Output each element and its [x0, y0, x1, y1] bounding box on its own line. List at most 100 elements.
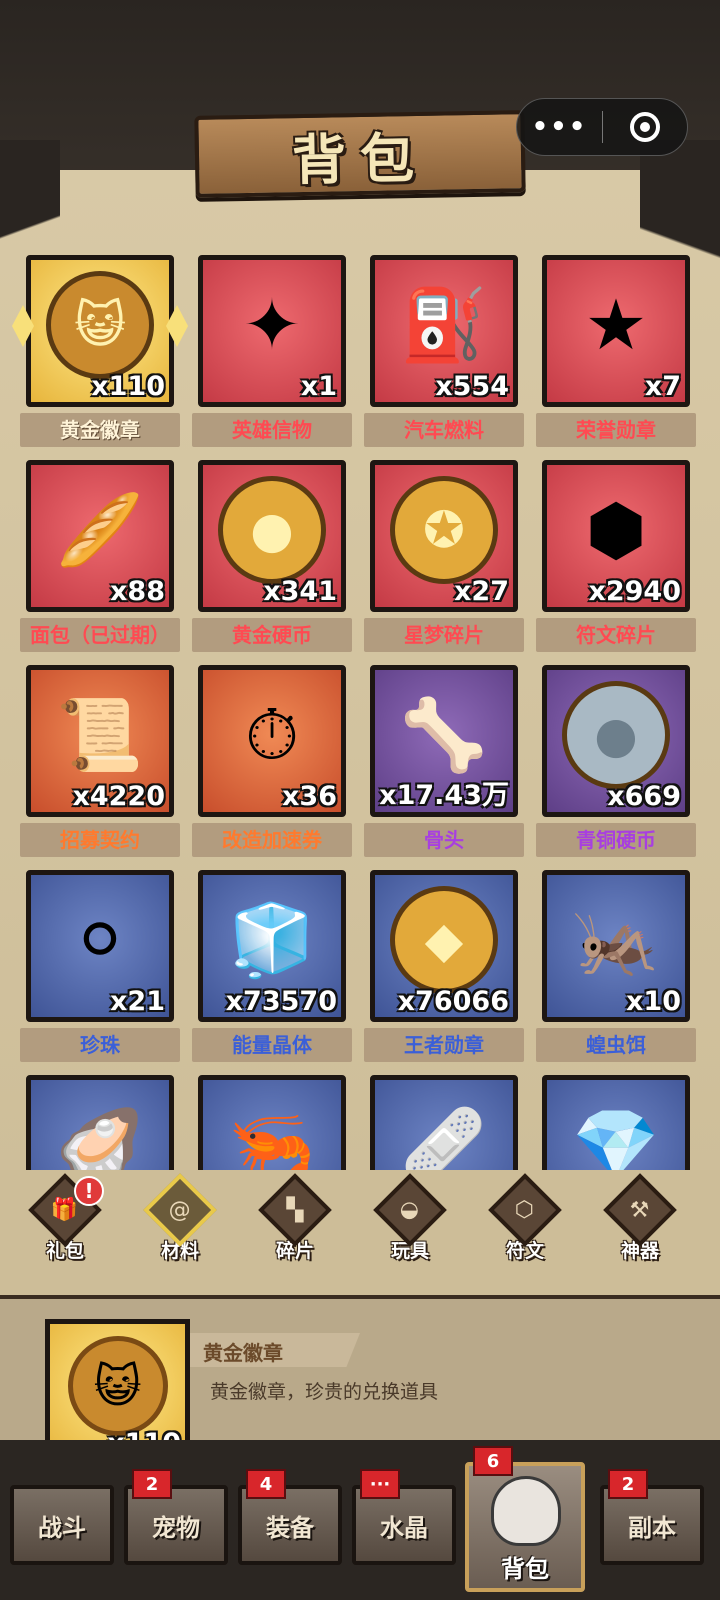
item-tile: ● x341: [198, 460, 346, 612]
nav-badge: 2: [608, 1469, 648, 1499]
item-cell[interactable]: ✦ x1 英雄信物: [192, 255, 352, 455]
item-count: x27: [454, 576, 509, 607]
category-tab[interactable]: @ 材料: [135, 1173, 225, 1284]
item-cell[interactable]: ★ x7 荣誉勋章: [536, 255, 696, 455]
nav-tab-label: 装备: [266, 1513, 314, 1542]
item-name: 英雄信物: [192, 413, 352, 447]
close-button[interactable]: [603, 112, 687, 142]
item-grid: 😺 x110 黄金徽章 ✦ x1 英雄信物 ⛽ x554 汽车燃料 ★ x7 荣誉勋章 🥖 x88 面包（已…: [0, 255, 720, 1193]
item-name: 星梦碎片: [364, 618, 524, 652]
star-dream-fragment-icon: ✪: [390, 476, 498, 585]
item-cell[interactable]: 🥖 x88 面包（已过期）: [20, 460, 180, 660]
item-tile: ● x669: [542, 665, 690, 817]
item-cell[interactable]: ⛽ x554 汽车燃料: [364, 255, 524, 455]
hammer-icon: ⚒: [630, 1197, 650, 1223]
swirl-icon: @: [169, 1197, 191, 1223]
item-name: 黄金徽章: [20, 413, 180, 447]
locust-bait-icon: 🦗: [572, 899, 660, 982]
item-count: x10: [626, 986, 681, 1017]
more-button[interactable]: •••: [517, 112, 602, 142]
item-tile: 🦗 x10: [542, 870, 690, 1022]
nav-tab[interactable]: 宠物 2: [124, 1469, 228, 1565]
item-detail-panel: 😺 x110 黄金徽章 黄金徽章，珍贵的兑换道具: [0, 1295, 720, 1464]
item-count: x669: [607, 781, 681, 812]
item-tile: 🧊 x73570: [198, 870, 346, 1022]
nav-tab[interactable]: 战斗: [10, 1485, 114, 1565]
item-cell[interactable]: 🧊 x73570 能量晶体: [192, 870, 352, 1070]
category-tabs: 🎁 礼包! @ 材料 ▚ 碎片 ◒ 玩具 ⬡ 符文 ⚒ 神器: [0, 1170, 720, 1295]
item-cell[interactable]: ◆ x76066 王者勋章: [364, 870, 524, 1070]
item-count: x110: [91, 371, 165, 402]
bread-icon: 🥖: [56, 489, 144, 572]
nav-tab-label: 副本: [628, 1513, 676, 1542]
toy-icon: ◒: [400, 1197, 420, 1223]
nav-tab[interactable]: 副本 2: [600, 1469, 704, 1565]
nav-tab-backpack[interactable]: 背包 6: [465, 1446, 585, 1592]
item-tile: ⬢ x2940: [542, 460, 690, 612]
item-name: 改造加速券: [192, 823, 352, 857]
item-name: 黄金硬币: [192, 618, 352, 652]
item-name: 面包（已过期）: [20, 618, 180, 652]
gold-coin-icon: ●: [218, 476, 326, 585]
item-tile: 📜 x4220: [26, 665, 174, 817]
item-cell[interactable]: ● x341 黄金硬币: [192, 460, 352, 660]
item-count: x36: [282, 781, 337, 812]
item-tile: ★ x7: [542, 255, 690, 407]
bronze-coin-icon: ●: [562, 681, 670, 790]
king-medal-icon: ◆: [390, 886, 498, 995]
item-cell[interactable]: 😺 x110 黄金徽章: [12, 255, 188, 455]
category-tab[interactable]: ▚ 碎片: [250, 1173, 340, 1284]
item-count: x17.43万: [379, 780, 509, 811]
category-tab[interactable]: ⚒ 神器: [595, 1173, 685, 1284]
bone-icon: 🦴: [400, 694, 488, 777]
nav-tab-label: 战斗: [38, 1513, 86, 1542]
category-tab[interactable]: 🎁 礼包!: [20, 1173, 110, 1284]
mini-program-capsule: •••: [516, 98, 688, 156]
rune-fragment-icon: ⬢: [585, 489, 647, 572]
category-tab[interactable]: ◒ 玩具: [365, 1173, 455, 1284]
nav-badge: 4: [246, 1469, 286, 1499]
nav-tab[interactable]: 装备 4: [238, 1469, 342, 1565]
item-cell[interactable]: ⚪ x21 珍珠: [20, 870, 180, 1070]
item-cell[interactable]: ✪ x27 星梦碎片: [364, 460, 524, 660]
item-count: x76066: [397, 986, 509, 1017]
item-cell[interactable]: ⬢ x2940 符文碎片: [536, 460, 696, 660]
gold-badge-icon: 😺: [46, 271, 154, 380]
item-count: x7: [644, 371, 681, 402]
alert-badge: !: [74, 1176, 104, 1206]
item-tile: ⛽ x554: [370, 255, 518, 407]
item-cell[interactable]: 📜 x4220 招募契约: [20, 665, 180, 865]
energy-crystal-icon: 🧊: [228, 899, 316, 982]
item-count: x341: [263, 576, 337, 607]
item-cell[interactable]: 🦴 x17.43万 骨头: [364, 665, 524, 865]
nav-badge: ···: [360, 1469, 400, 1499]
item-name: 荣誉勋章: [536, 413, 696, 447]
nav-badge: 2: [132, 1469, 172, 1499]
item-tile: ⏱ x36: [198, 665, 346, 817]
backpack-icon: [491, 1476, 561, 1546]
title-plank: 背包: [194, 110, 526, 198]
item-tile: 🥖 x88: [26, 460, 174, 612]
item-cell[interactable]: ● x669 青铜硬币: [536, 665, 696, 865]
item-name: 骨头: [364, 823, 524, 857]
item-count: x1: [300, 371, 337, 402]
category-tab[interactable]: ⬡ 符文: [480, 1173, 570, 1284]
nav-tab[interactable]: 水晶 ···: [352, 1469, 456, 1565]
upgrade-speedup-ticket-icon: ⏱: [244, 694, 300, 777]
close-circle-icon: [630, 112, 660, 142]
item-cell[interactable]: 🦗 x10 蝗虫饵: [536, 870, 696, 1070]
nav-tab-label: 水晶: [380, 1513, 428, 1542]
item-name: 符文碎片: [536, 618, 696, 652]
page-title: 背包: [291, 126, 429, 192]
gold-badge-icon: 😺: [67, 1336, 168, 1437]
item-cell[interactable]: ⏱ x36 改造加速券: [192, 665, 352, 865]
item-tile: 🦴 x17.43万: [370, 665, 518, 817]
item-name: 青铜硬币: [536, 823, 696, 857]
item-count: x73570: [225, 986, 337, 1017]
item-tile: ◆ x76066: [370, 870, 518, 1022]
item-name: 蝗虫饵: [536, 1028, 696, 1062]
rune-icon: ⬡: [515, 1197, 535, 1223]
item-name: 能量晶体: [192, 1028, 352, 1062]
item-name: 招募契约: [20, 823, 180, 857]
item-tile: ⚪ x21: [26, 870, 174, 1022]
